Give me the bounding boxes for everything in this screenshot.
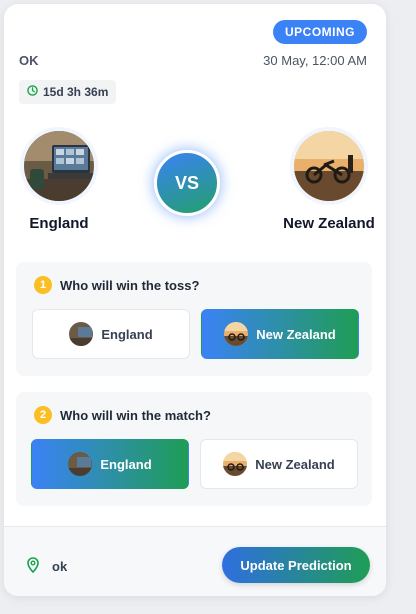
team-left-name: England: [29, 215, 89, 232]
venue: ok: [26, 557, 67, 576]
england-flag-icon: [69, 322, 94, 346]
option-label: New Zealand: [256, 326, 336, 342]
match-option-new-zealand[interactable]: New Zealand: [200, 439, 358, 489]
clock-icon: [27, 85, 38, 99]
new-zealand-flag-icon: [223, 452, 248, 476]
option-label: England: [101, 326, 153, 342]
question-text: Who will win the toss?: [60, 277, 200, 293]
countdown-timer: 15d 3h 36m: [19, 80, 117, 104]
question-header: 2 Who will win the match?: [34, 406, 372, 424]
question-toss: 1 Who will win the toss? England New Zea…: [16, 262, 372, 376]
toss-option-england[interactable]: England: [32, 309, 190, 359]
status-badge: UPCOMING: [273, 20, 367, 44]
team-left-avatar: [24, 131, 94, 201]
team-left: England: [14, 131, 104, 232]
match-datetime: 30 May, 12:00 AM: [263, 53, 367, 68]
new-zealand-flag-icon: [224, 322, 249, 346]
match-card: UPCOMING OK 30 May, 12:00 AM 15d 3h 36m …: [4, 4, 386, 596]
team-right-name: New Zealand: [283, 215, 375, 232]
card-footer: ok Update Prediction: [4, 526, 386, 596]
question-text: Who will win the match?: [60, 407, 211, 423]
toss-option-new-zealand[interactable]: New Zealand: [201, 309, 359, 359]
option-label: New Zealand: [255, 456, 335, 472]
question-match: 2 Who will win the match? England New Ze…: [16, 392, 372, 506]
update-prediction-button[interactable]: Update Prediction: [222, 547, 370, 583]
countdown-text: 15d 3h 36m: [43, 85, 109, 99]
question-number: 2: [34, 406, 52, 424]
team-right: New Zealand: [274, 131, 384, 232]
match-option-england[interactable]: England: [31, 439, 189, 489]
venue-text: ok: [52, 559, 68, 574]
option-label: England: [100, 456, 152, 472]
vs-label: VS: [154, 150, 220, 216]
question-number: 1: [34, 276, 52, 294]
location-pin-icon: [26, 557, 40, 576]
team-right-avatar: [294, 131, 364, 201]
match-label: OK: [19, 53, 39, 68]
question-header: 1 Who will win the toss?: [34, 276, 372, 294]
vs-badge: VS: [154, 150, 220, 216]
england-flag-icon: [68, 452, 93, 476]
